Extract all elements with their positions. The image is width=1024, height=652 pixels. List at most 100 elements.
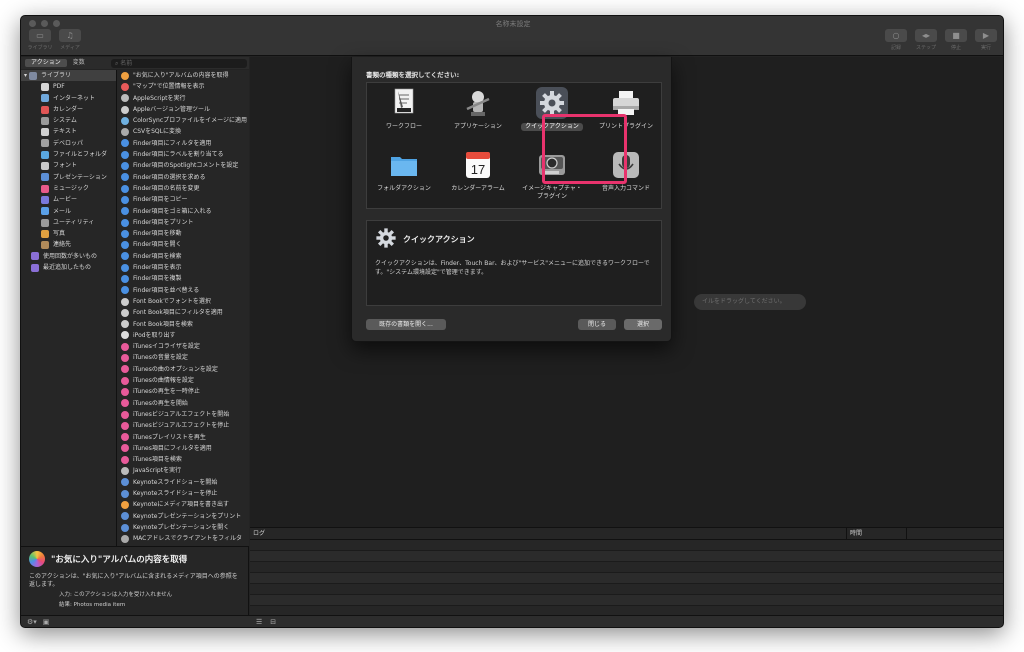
action-item[interactable]: Finder項目の選択を求める [117, 172, 249, 183]
type-calendar-alarm[interactable]: 17 カレンダーアラーム [441, 149, 515, 193]
action-item[interactable]: AppleScriptを実行 [117, 93, 249, 104]
action-item[interactable]: JavaScriptを実行 [117, 465, 249, 476]
library-item[interactable]: フォント [21, 160, 116, 171]
action-icon [121, 150, 129, 159]
close-button[interactable]: 閉じる [578, 319, 616, 330]
action-item[interactable]: iTunesの再生を一時停止 [117, 386, 249, 397]
step-button[interactable]: ◂▸ ステップ [913, 29, 939, 51]
action-item[interactable]: iTunesプレイリストを再生 [117, 432, 249, 443]
action-item[interactable]: iTunesビジュアルエフェクトを停止 [117, 420, 249, 431]
choose-button[interactable]: 選択 [624, 319, 662, 330]
action-item[interactable]: Keynoteプレゼンテーションを開く [117, 522, 249, 533]
library-toggle-label: ライブラリ [27, 45, 53, 51]
library-item[interactable]: デベロッパ [21, 138, 116, 149]
media-button[interactable]: ♫ メディア [57, 29, 83, 51]
action-item[interactable]: Font Book項目にフィルタを適用 [117, 307, 249, 318]
stop-icon: ■ [945, 29, 967, 42]
library-item[interactable]: 写真 [21, 228, 116, 239]
library-item[interactable]: システム [21, 115, 116, 126]
library-item[interactable]: ミュージック [21, 183, 116, 194]
action-item[interactable]: Finder項目にラベルを割り当てる [117, 149, 249, 160]
search-input[interactable]: ⌕ 名前 [111, 59, 247, 68]
description-toggle-icon[interactable]: ▣ [43, 618, 50, 626]
action-icon [121, 320, 129, 329]
action-item-label: Finder項目を並べ替える [133, 286, 200, 294]
library-toggle-button[interactable]: ▭ ライブラリ [27, 29, 53, 51]
library-item-label: インターネット [53, 94, 96, 102]
record-button[interactable]: ○ 記録 [883, 29, 909, 51]
action-icon [121, 399, 129, 408]
action-item[interactable]: Finder項目を移動 [117, 228, 249, 239]
action-item[interactable]: iTunesの曲情報を設定 [117, 375, 249, 386]
action-item[interactable]: CSVをSQLに変換 [117, 126, 249, 137]
category-icon [41, 82, 49, 91]
action-item[interactable]: Finder項目をプリント [117, 217, 249, 228]
action-item[interactable]: Finder項目のSpotlightコメントを設定 [117, 160, 249, 171]
action-item[interactable]: Keynoteスライドショーを停止 [117, 488, 249, 499]
action-item[interactable]: iPodを取り出す [117, 330, 249, 341]
open-existing-button[interactable]: 既存の書類を開く... [366, 319, 446, 330]
library-item[interactable]: カレンダー [21, 104, 116, 115]
action-item[interactable]: iTunesビジュアルエフェクトを開始 [117, 409, 249, 420]
time-column-header[interactable]: 時間 [847, 528, 907, 539]
action-item[interactable]: iTunesの音量を設定 [117, 352, 249, 363]
action-icon [121, 139, 129, 148]
type-folder-action[interactable]: フォルダアクション [367, 149, 441, 193]
stop-button[interactable]: ■ 停止 [943, 29, 969, 51]
action-item[interactable]: Keynoteにメディア項目を書き出す [117, 499, 249, 510]
library-item[interactable]: メール [21, 206, 116, 217]
library-item[interactable]: 連絡先 [21, 239, 116, 250]
action-item[interactable]: Finder項目を複製 [117, 273, 249, 284]
library-item[interactable]: プレゼンテーション [21, 172, 116, 183]
action-item[interactable]: Appleバージョン管理ツール [117, 104, 249, 115]
action-item[interactable]: Finder項目をコピー [117, 194, 249, 205]
category-icon [41, 105, 49, 114]
library-item[interactable]: ムービー [21, 194, 116, 205]
library-item-label: 最近追加したもの [43, 264, 92, 272]
action-item[interactable]: Finder項目を表示 [117, 262, 249, 273]
library-item[interactable]: ユーティリティ [21, 217, 116, 228]
action-item[interactable]: Finder項目を開く [117, 239, 249, 250]
action-item[interactable]: iTunes項目にフィルタを適用 [117, 443, 249, 454]
library-item[interactable]: ファイルとフォルダ [21, 149, 116, 160]
library-item[interactable]: インターネット [21, 93, 116, 104]
run-button[interactable]: ▶ 実行 [973, 29, 999, 51]
tab-variables[interactable]: 変数 [67, 59, 91, 67]
action-item[interactable]: Finder項目をゴミ箱に入れる [117, 206, 249, 217]
settings-gear-icon[interactable]: ⚙▾ [27, 618, 37, 626]
action-item-label: iTunesイコライザを設定 [133, 343, 200, 351]
action-item-label: Keynoteスライドショーを開始 [133, 478, 218, 486]
action-item[interactable]: Font Bookでフォントを選択 [117, 296, 249, 307]
disclosure-triangle-icon[interactable]: ▾ [24, 70, 27, 81]
action-item[interactable]: iTunesイコライザを設定 [117, 341, 249, 352]
action-item[interactable]: ColorSyncプロファイルをイメージに適用 [117, 115, 249, 126]
action-item[interactable]: Keynoteスライドショーを開始 [117, 477, 249, 488]
type-workflow[interactable]: ワークフロー [367, 87, 441, 131]
action-item[interactable]: "お気に入り"アルバムの内容を取得 [117, 70, 249, 81]
action-item[interactable]: Finder項目を並べ替える [117, 285, 249, 296]
library-item-label: ムービー [53, 196, 78, 204]
action-item[interactable]: iTunesの再生を開始 [117, 398, 249, 409]
workflow-view-icon[interactable]: ⊟ [270, 618, 276, 626]
action-item[interactable]: Font Book項目を検索 [117, 319, 249, 330]
action-item[interactable]: Finder項目にフィルタを適用 [117, 138, 249, 149]
action-icon [121, 354, 129, 363]
action-item[interactable]: iTunesの曲のオプションを設定 [117, 364, 249, 375]
action-item[interactable]: Finder項目の名前を変更 [117, 183, 249, 194]
action-item[interactable]: "マップ"で位置情報を表示 [117, 81, 249, 92]
library-item[interactable]: ▾ ライブラリ [21, 70, 116, 82]
library-item[interactable]: テキスト [21, 126, 116, 137]
library-item[interactable]: 使用回数が多いもの [21, 251, 116, 262]
tab-actions[interactable]: アクション [25, 59, 67, 67]
type-application[interactable]: アプリケーション [441, 87, 515, 131]
action-item[interactable]: MACアドレスでクライアントをフィルタ [117, 533, 249, 544]
record-label: 記録 [890, 45, 901, 51]
action-item[interactable]: Finder項目を検索 [117, 251, 249, 262]
action-item-label: iTunesの曲情報を設定 [133, 377, 194, 385]
action-item[interactable]: iTunes項目を検索 [117, 454, 249, 465]
log-column-header[interactable]: ログ [250, 528, 847, 539]
library-item[interactable]: PDF [21, 81, 116, 92]
list-view-icon[interactable]: ☰ [256, 618, 262, 626]
action-item[interactable]: Keynoteプレゼンテーションをプリント [117, 511, 249, 522]
library-item[interactable]: 最近追加したもの [21, 262, 116, 273]
